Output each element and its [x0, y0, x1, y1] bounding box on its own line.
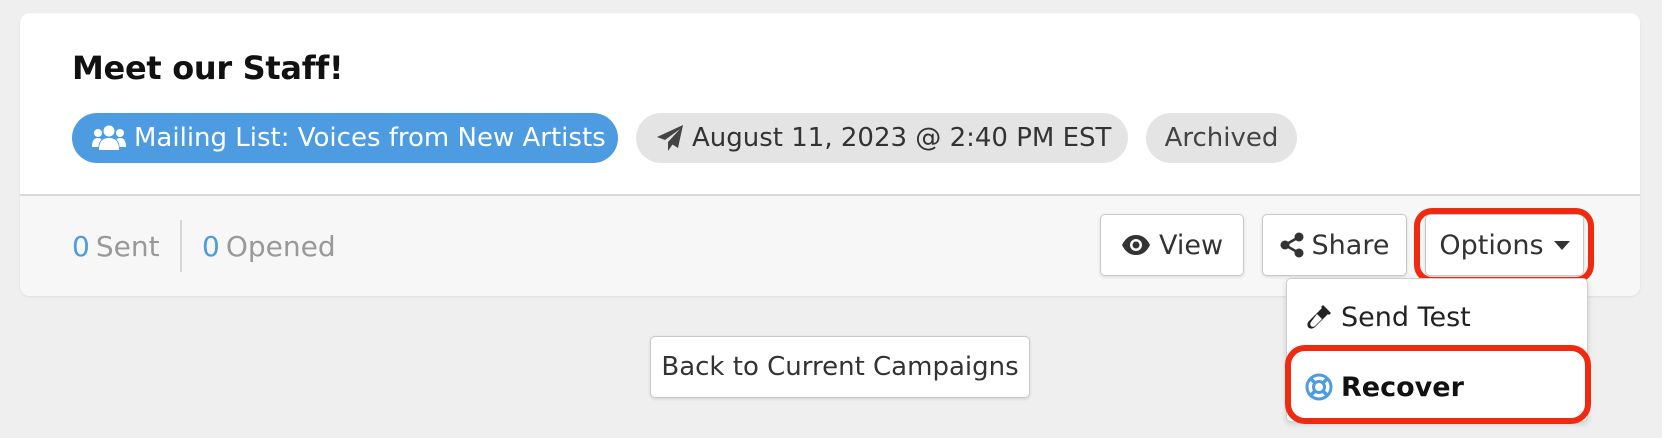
- share-button[interactable]: Share: [1262, 214, 1407, 276]
- users-icon: [92, 125, 126, 151]
- stat-divider: [180, 220, 182, 272]
- status-badge: Archived: [1146, 113, 1297, 163]
- status-label: Archived: [1164, 123, 1279, 153]
- opened-count: 0: [202, 230, 220, 263]
- opened-stat: 0 Opened: [202, 230, 336, 263]
- menu-item-recover[interactable]: Recover: [1305, 367, 1464, 407]
- send-date-label: August 11, 2023 @ 2:40 PM EST: [692, 123, 1112, 153]
- eye-icon: [1121, 234, 1151, 256]
- sent-label: Sent: [95, 230, 160, 263]
- share-label: Share: [1311, 229, 1390, 261]
- campaign-header: Meet our Staff! Mailing List: Voices fro…: [20, 13, 1640, 194]
- send-test-label: Send Test: [1341, 301, 1471, 333]
- opened-label: Opened: [225, 230, 336, 263]
- options-button[interactable]: Options: [1425, 214, 1584, 276]
- menu-item-send-test[interactable]: Send Test: [1305, 297, 1471, 337]
- sent-stat: 0 Sent: [72, 230, 160, 263]
- caret-down-icon: [1553, 240, 1570, 250]
- mailing-list-badge[interactable]: Mailing List: Voices from New Artists: [72, 113, 618, 163]
- view-button[interactable]: View: [1100, 214, 1244, 276]
- share-icon: [1280, 232, 1304, 258]
- view-label: View: [1158, 229, 1224, 261]
- paper-plane-icon: [656, 124, 684, 152]
- send-date-badge: August 11, 2023 @ 2:40 PM EST: [636, 113, 1128, 163]
- options-label: Options: [1439, 229, 1544, 261]
- back-label: Back to Current Campaigns: [661, 352, 1019, 382]
- sent-count: 0: [72, 230, 90, 263]
- recover-label: Recover: [1341, 371, 1464, 403]
- campaign-title: Meet our Staff!: [72, 49, 344, 87]
- life-ring-icon: [1305, 373, 1333, 401]
- back-to-campaigns-button[interactable]: Back to Current Campaigns: [650, 336, 1030, 398]
- mailing-list-label: Mailing List: Voices from New Artists: [134, 123, 606, 153]
- test-tube-icon: [1305, 303, 1333, 331]
- options-dropdown-menu: Send Test Recover: [1286, 278, 1588, 422]
